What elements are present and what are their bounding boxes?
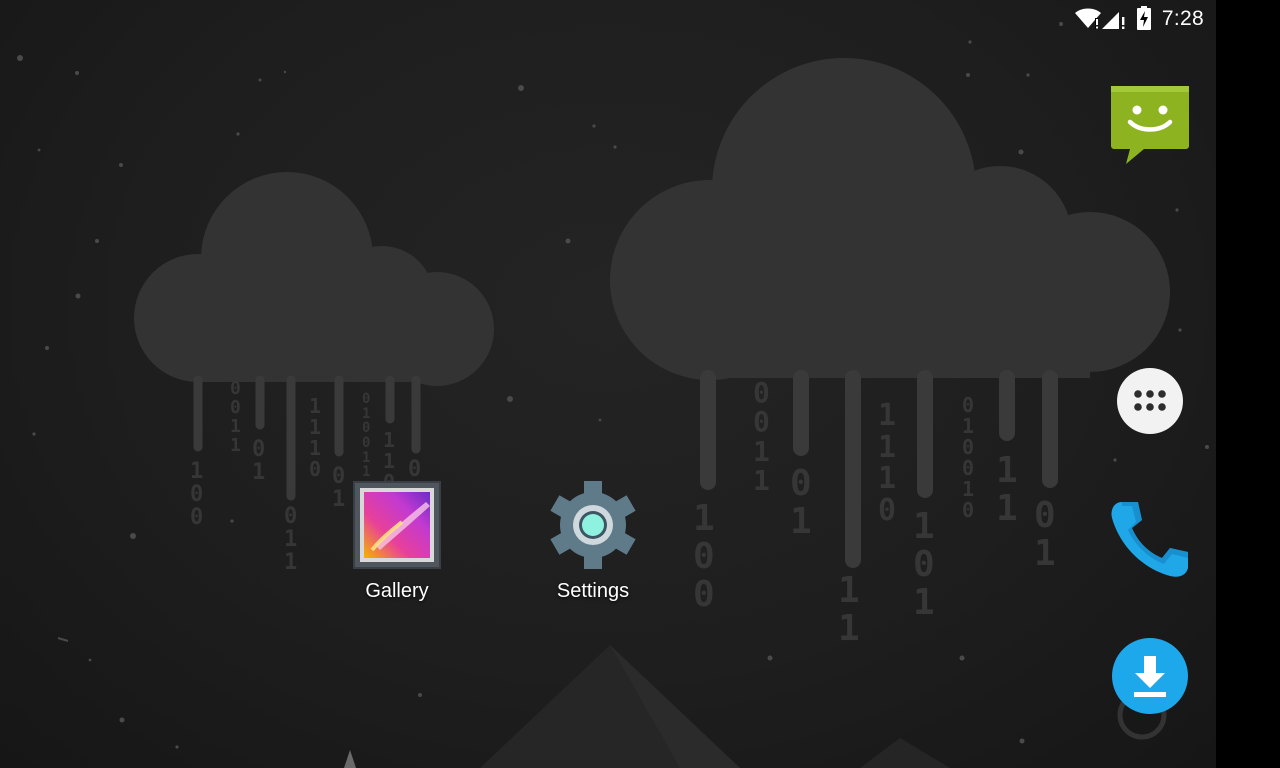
cloud-rain-wallpaper-graphic xyxy=(17,22,1209,768)
dock-downloads[interactable] xyxy=(1111,637,1189,715)
screen-edge xyxy=(1216,0,1280,768)
phone-icon xyxy=(1108,502,1192,584)
dock-phone[interactable] xyxy=(1108,496,1192,580)
binary-digits: 1110 xyxy=(309,394,322,481)
dock-messaging[interactable] xyxy=(1110,84,1190,166)
binary-digits: 100 xyxy=(693,498,715,615)
battery-charging-icon xyxy=(1137,6,1151,35)
cell-signal-alert-icon xyxy=(1102,8,1128,35)
binary-digits: 101 xyxy=(913,506,935,623)
binary-digits: 0 xyxy=(408,457,422,482)
settings-gear-icon xyxy=(548,480,638,570)
binary-digits: 0011 xyxy=(753,376,770,498)
app-gallery[interactable]: Gallery xyxy=(332,480,462,603)
app-label: Settings xyxy=(556,580,630,602)
app-label: Gallery xyxy=(365,580,429,602)
binary-digits: 0011 xyxy=(230,378,241,456)
binary-digits: 01 xyxy=(790,463,812,542)
app-settings[interactable]: Settings xyxy=(528,480,658,603)
messaging-icon xyxy=(1110,86,1190,170)
app-drawer-icon xyxy=(1116,368,1184,439)
binary-digits: 1110 xyxy=(878,398,897,528)
wifi-alert-icon xyxy=(1075,8,1101,35)
binary-digits: 010011 xyxy=(362,391,371,481)
dock-app-drawer[interactable] xyxy=(1116,367,1184,435)
gallery-icon xyxy=(352,480,442,570)
binary-digits: 100 xyxy=(190,459,204,531)
wallpaper: 100 0011 01 011 1110 01 010011 110 0 100… xyxy=(0,0,1216,768)
binary-digits: 11 xyxy=(838,570,860,649)
status-clock: 7:28 xyxy=(1161,7,1204,30)
binary-digits: 11 xyxy=(996,450,1018,529)
status-bar: 7:28 xyxy=(0,0,1216,38)
binary-digits: 011 xyxy=(284,504,298,576)
binary-digits: 010010 xyxy=(962,393,975,522)
binary-digits: 01 xyxy=(252,437,266,486)
download-icon xyxy=(1111,638,1189,719)
binary-digits: 01 xyxy=(1034,495,1056,574)
android-home-screen: 100 0011 01 011 1110 01 010011 110 0 100… xyxy=(0,0,1280,768)
